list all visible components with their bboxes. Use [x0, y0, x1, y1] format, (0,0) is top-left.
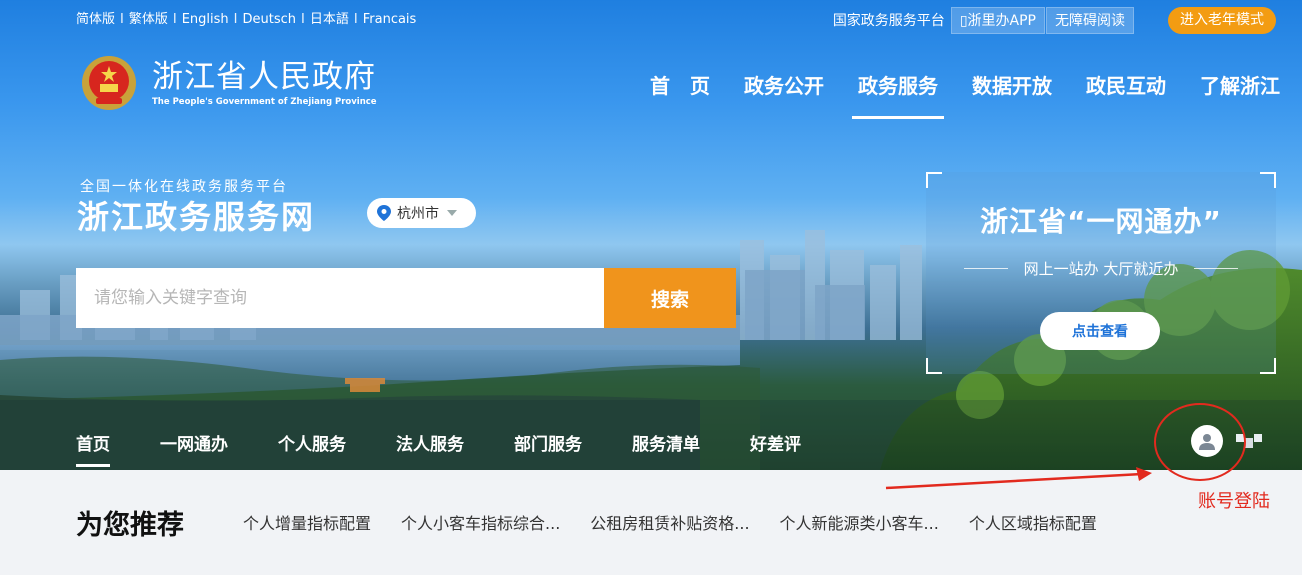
recommend-item[interactable]: 个人增量指标配置 — [243, 510, 371, 534]
chevron-down-icon — [447, 210, 457, 216]
separator: I — [120, 12, 124, 27]
app-label: 浙里办APP — [967, 12, 1036, 29]
platform-title: 浙江政务服务网 — [77, 198, 316, 236]
tab-department-services[interactable]: 部门服务 — [514, 430, 582, 455]
national-emblem-icon — [82, 56, 136, 110]
recommend-item[interactable]: 个人小客车指标综合... — [401, 510, 560, 534]
separator: I — [301, 12, 305, 27]
national-platform-link[interactable]: 国家政务服务平台 — [833, 10, 945, 30]
corner-decoration — [1260, 358, 1276, 374]
city-selector[interactable]: 杭州市 — [367, 198, 476, 228]
nav-gov-services[interactable]: 政务服务 — [852, 70, 944, 119]
search-input[interactable] — [76, 268, 604, 328]
search-button[interactable]: 搜索 — [604, 268, 736, 328]
annotation-circle — [1154, 403, 1246, 481]
promo-title: 浙江省“一网通办” — [980, 205, 1222, 238]
phone-icon: ▯ — [959, 12, 968, 29]
service-nav: 首页 一网通办 个人服务 法人服务 部门服务 服务清单 好差评 — [76, 430, 851, 467]
tab-home[interactable]: 首页 — [76, 430, 110, 467]
nav-interaction[interactable]: 政民互动 — [1086, 70, 1166, 105]
recommend-item[interactable]: 公租房租赁补贴资格... — [590, 510, 749, 534]
logo-subtitle: The People's Government of Zhejiang Prov… — [152, 96, 377, 107]
location-pin-icon — [377, 205, 391, 221]
lang-traditional-link[interactable]: 繁体版 — [129, 12, 168, 27]
corner-decoration — [1260, 172, 1276, 188]
main-nav: 首 页 政务公开 政务服务 数据开放 政民互动 了解浙江 — [616, 70, 1280, 119]
separator: I — [172, 12, 177, 27]
search-bar: 搜索 — [76, 268, 736, 328]
accessible-reading-button[interactable]: 无障碍阅读 — [1046, 6, 1134, 34]
top-right-toolbar: 国家政务服务平台 ▯浙里办APP 无障碍阅读 进入老年模式 — [833, 6, 1276, 34]
language-links: 简体版 I 繁体版 I English I Deutsch I 日本語 I Francais — [76, 8, 416, 27]
nav-home[interactable]: 首 页 — [650, 70, 710, 105]
recommend-item[interactable]: 个人区域指标配置 — [969, 510, 1097, 534]
lang-french-link[interactable]: Francais — [363, 12, 417, 27]
tab-legal-person-services[interactable]: 法人服务 — [396, 430, 464, 455]
tab-service-list[interactable]: 服务清单 — [632, 430, 700, 455]
hero-banner: 简体版 I 繁体版 I English I Deutsch I 日本語 I Francais 国家政… — [0, 0, 1302, 470]
tab-personal-services[interactable]: 个人服务 — [278, 430, 346, 455]
site-logo[interactable]: 浙江省人民政府 The People's Government of Zheji… — [80, 54, 377, 112]
annotation-label: 账号登陆 — [1198, 491, 1270, 512]
annotation-arrow — [885, 467, 1152, 490]
recommend-item[interactable]: 个人新能源类小客车... — [780, 510, 939, 534]
view-details-button[interactable]: 点击查看 — [1040, 312, 1160, 350]
logo-title: 浙江省人民政府 — [152, 58, 376, 95]
separator: I — [353, 12, 358, 27]
recommend-title: 为您推荐 — [76, 510, 184, 541]
lang-english-link[interactable]: English — [182, 12, 229, 27]
lang-japanese-link[interactable]: 日本語 — [310, 12, 349, 27]
zheliban-app-button[interactable]: ▯浙里办APP — [950, 6, 1045, 34]
city-name: 杭州市 — [397, 206, 439, 222]
one-network-promo: 浙江省“一网通办” 网上一站办 大厅就近办 点击查看 — [926, 172, 1276, 374]
recommend-list: 个人增量指标配置 个人小客车指标综合... 公租房租赁补贴资格... 个人新能源… — [243, 510, 1127, 534]
nav-open-data[interactable]: 数据开放 — [972, 70, 1052, 105]
corner-decoration — [926, 172, 942, 188]
corner-decoration — [926, 358, 942, 374]
promo-subtitle: 网上一站办 大厅就近办 — [956, 258, 1246, 279]
nav-about-zhejiang[interactable]: 了解浙江 — [1200, 70, 1280, 105]
separator: I — [233, 12, 238, 27]
lang-german-link[interactable]: Deutsch — [243, 12, 297, 27]
elder-mode-button[interactable]: 进入老年模式 — [1168, 6, 1276, 34]
lang-simplified-link[interactable]: 简体版 — [76, 12, 115, 27]
tab-one-network[interactable]: 一网通办 — [160, 430, 228, 455]
nav-gov-affairs-open[interactable]: 政务公开 — [744, 70, 824, 105]
tab-rating[interactable]: 好差评 — [750, 430, 801, 455]
